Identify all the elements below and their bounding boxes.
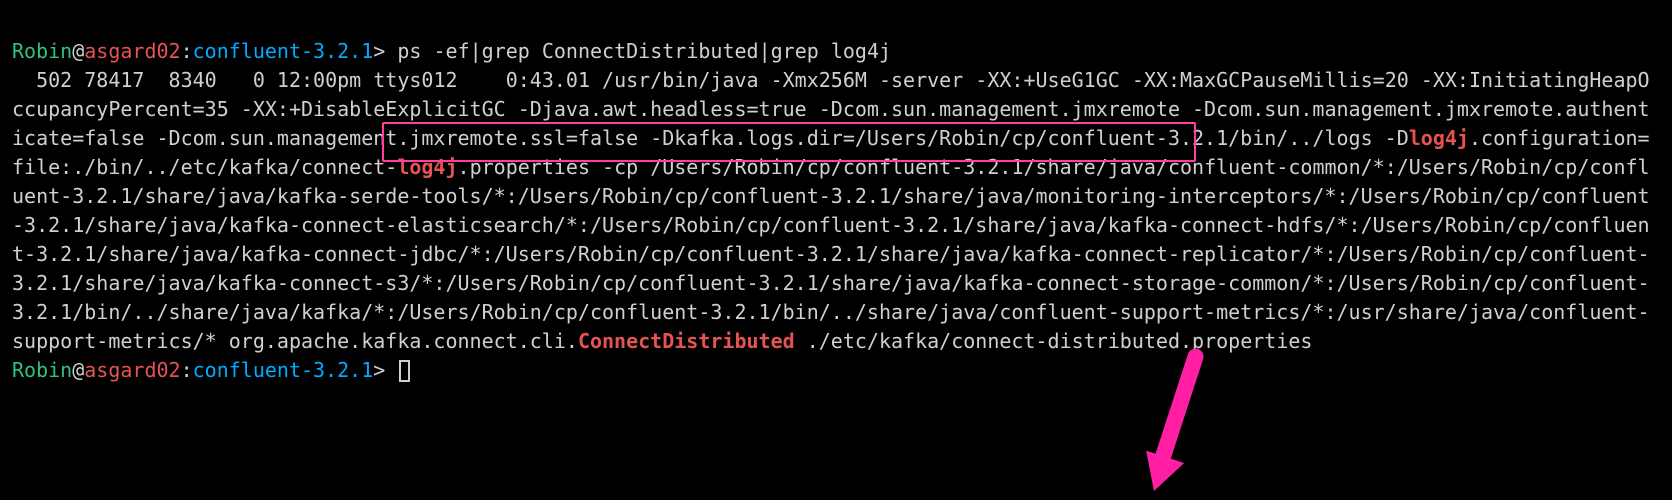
out-post2: ./etc/kafka/connect-distributed.properti… bbox=[795, 329, 1313, 353]
terminal-output: Robin@asgard02:confluent-3.2.1> ps -ef|g… bbox=[12, 8, 1660, 385]
prompt-host: asgard02 bbox=[84, 39, 180, 63]
terminal-cursor[interactable] bbox=[399, 360, 410, 382]
command-text: ps -ef|grep ConnectDistributed|grep log4… bbox=[397, 39, 891, 63]
grep-match-log4j-1: log4j bbox=[1409, 126, 1469, 150]
prompt-path: confluent-3.2.1 bbox=[193, 39, 374, 63]
out-post1: .properties -cp /Users/Robin/cp/confluen… bbox=[12, 155, 1650, 353]
grep-match-log4j-2: log4j bbox=[397, 155, 457, 179]
prompt-host: asgard02 bbox=[84, 358, 180, 382]
grep-match-connectdistributed: ConnectDistributed bbox=[578, 329, 795, 353]
prompt-sep: : bbox=[181, 39, 193, 63]
prompt-sep: : bbox=[181, 358, 193, 382]
prompt-line-1: Robin@asgard02:confluent-3.2.1> ps -ef|g… bbox=[12, 39, 891, 63]
prompt-user: Robin bbox=[12, 358, 72, 382]
out-pre1: 502 78417 8340 0 12:00pm ttys012 0:43.01… bbox=[12, 68, 1650, 150]
prompt-line-2[interactable]: Robin@asgard02:confluent-3.2.1> bbox=[12, 358, 410, 382]
ps-output: 502 78417 8340 0 12:00pm ttys012 0:43.01… bbox=[12, 68, 1650, 353]
prompt-user: Robin bbox=[12, 39, 72, 63]
prompt-path: confluent-3.2.1 bbox=[193, 358, 374, 382]
prompt-at: @ bbox=[72, 358, 84, 382]
arrow-head-icon bbox=[1135, 451, 1184, 498]
prompt-end: > bbox=[373, 358, 397, 382]
prompt-at: @ bbox=[72, 39, 84, 63]
prompt-end: > bbox=[373, 39, 397, 63]
